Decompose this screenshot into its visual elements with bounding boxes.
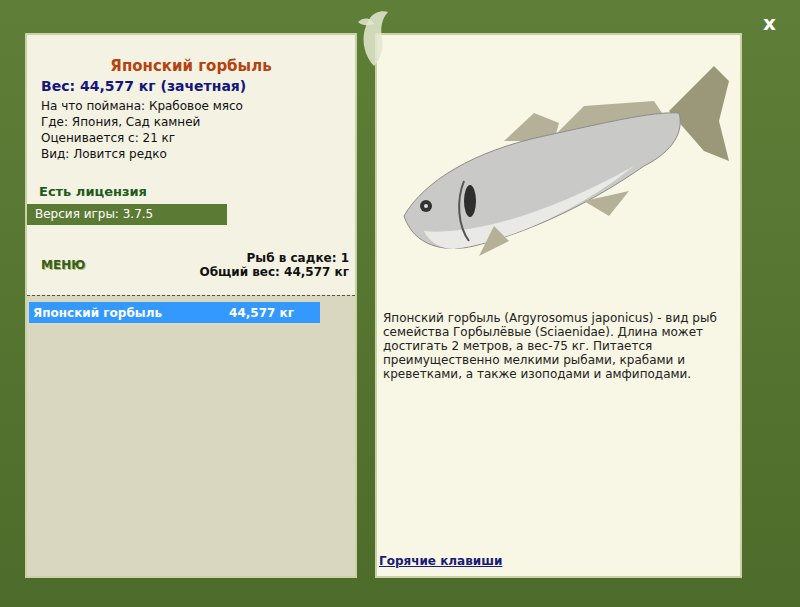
fish-details: На что поймана: Крабовое мясоГде: Япония… — [27, 98, 355, 162]
fish-picture-icon — [384, 41, 734, 291]
fish-card-window: Японский горбыль Вес: 44,577 кг (зачетная… — [0, 0, 800, 607]
spacer — [377, 381, 740, 554]
fish-detail: Оценивается с: 21 кг — [41, 130, 355, 146]
keepnet-total: Общий вес: 44,577 кг — [199, 265, 349, 279]
item-weight: 44,577 кг — [229, 306, 294, 320]
fish-title: Японский горбыль — [27, 57, 355, 75]
close-button[interactable]: x — [763, 12, 776, 34]
fish-detail: На что поймана: Крабовое мясо — [41, 98, 355, 114]
version-bar: Версия игры: 3.7.5 — [27, 204, 227, 225]
fish-detail: Где: Япония, Сад камней — [41, 114, 355, 130]
fish-picture — [377, 35, 740, 297]
keepnet-item[interactable]: Японский горбыль 44,577 кг — [29, 302, 320, 323]
description-panel: Японский горбыль (Argyrosomus japonicus)… — [375, 33, 742, 578]
menu-row: МЕНЮ Рыб в садке: 1Общий вес: 44,577 кг — [27, 251, 355, 279]
leaf-ornament-icon — [352, 8, 396, 68]
fish-info: Японский горбыль Вес: 44,577 кг (зачетная… — [27, 35, 355, 295]
fish-description: Японский горбыль (Argyrosomus japonicus)… — [377, 297, 740, 381]
keepnet-count: Рыб в садке: 1 — [247, 251, 350, 265]
item-name: Японский горбыль — [33, 306, 162, 320]
menu-button[interactable]: МЕНЮ — [41, 258, 85, 272]
keepnet-list: Японский горбыль 44,577 кг — [27, 295, 355, 576]
keepnet-summary: Рыб в садке: 1Общий вес: 44,577 кг — [199, 251, 349, 279]
hotkeys-link[interactable]: Горячие клавиши — [377, 554, 740, 576]
fish-detail: Вид: Ловится редко — [41, 146, 355, 162]
info-panel: Японский горбыль Вес: 44,577 кг (зачетная… — [25, 33, 357, 578]
fish-weight: Вес: 44,577 кг (зачетная) — [41, 77, 355, 95]
license-label: Есть лицензия — [39, 184, 355, 200]
